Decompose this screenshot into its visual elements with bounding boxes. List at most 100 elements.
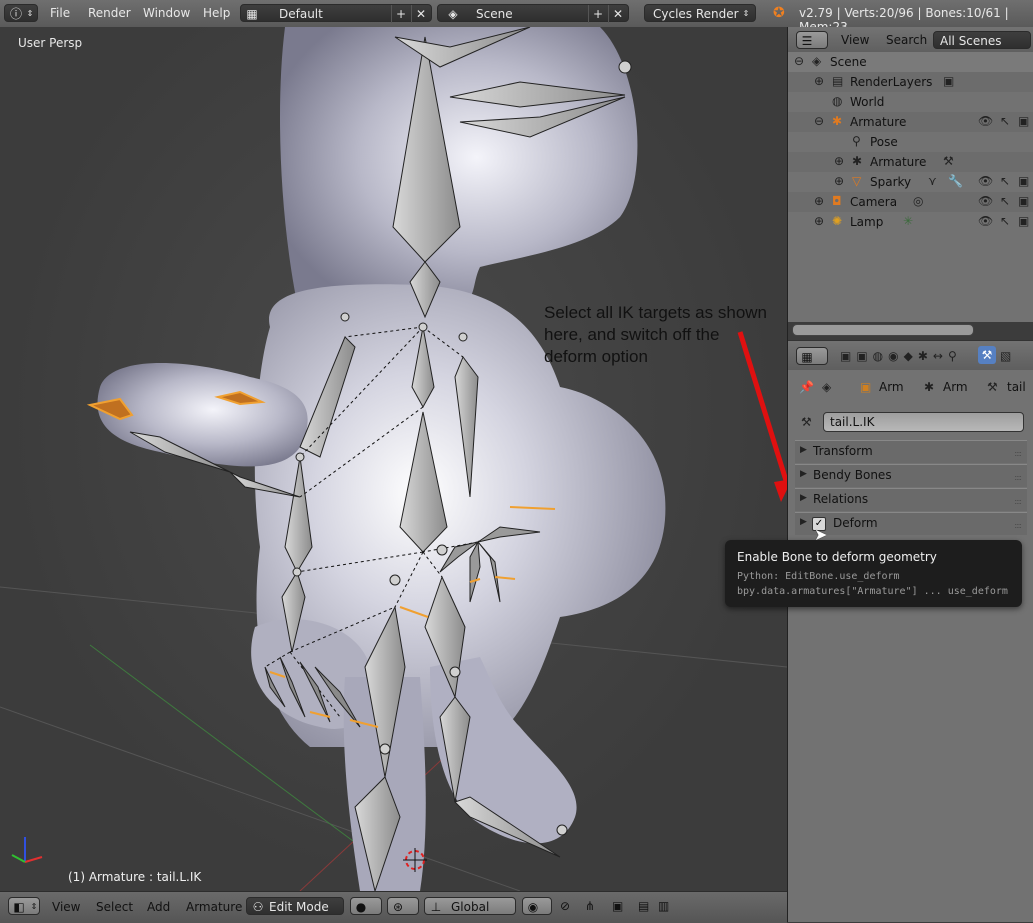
outliner-scrollbar[interactable] — [792, 324, 974, 336]
outliner-item-label: Pose — [870, 135, 898, 149]
top-header: ⓘ ⇕ File Render Window Help ▦ Default + … — [0, 0, 1033, 34]
panel-deform[interactable]: ▶ ✓ Deform :::: — [795, 512, 1027, 535]
cursor-icon[interactable]: ↖ — [1000, 214, 1010, 228]
expand-triangle-icon: ▶ — [800, 517, 807, 527]
scene-icon: ◈ — [448, 7, 458, 21]
context-tabs[interactable]: ▣▣◍◉◆✱↔⚲ — [840, 349, 962, 363]
menu-help[interactable]: Help — [203, 6, 230, 20]
outliner-display-filter[interactable]: All Scenes — [933, 31, 1031, 49]
layer-icon: ◉ — [527, 900, 539, 914]
eye-icon[interactable]: 👁 — [978, 194, 993, 208]
outliner-row[interactable]: ⊕ ▤ RenderLayers ▣ — [788, 72, 1033, 92]
camera-render-icon[interactable]: ▣ — [1018, 114, 1029, 128]
cursor-icon[interactable]: ↖ — [1000, 174, 1010, 188]
menu-add[interactable]: Add — [147, 900, 170, 914]
snap-target-icon[interactable]: ▣ — [612, 899, 623, 913]
editor-type-button[interactable]: ▦ — [796, 347, 828, 365]
tooltip-python-path: Python: EditBone.use_deform — [737, 571, 900, 582]
outliner-row[interactable]: ⊕ ✱ Armature ⚒ — [788, 152, 1033, 172]
outliner-item-label: Camera — [850, 195, 898, 209]
menu-armature[interactable]: Armature — [186, 900, 242, 914]
pivot-icon: ⊛ — [392, 900, 404, 914]
panel-transform[interactable]: ▶ Transform :::: — [795, 440, 1027, 463]
panel-title: Relations — [813, 492, 869, 506]
shading-dropdown[interactable]: ● — [350, 897, 382, 915]
bone-icon: ⚒ — [943, 154, 954, 168]
camera-render-icon[interactable]: ▣ — [1018, 174, 1029, 188]
panel-relations[interactable]: ▶ Relations :::: — [795, 488, 1027, 511]
menu-render[interactable]: Render — [88, 6, 131, 20]
pivot-dropdown[interactable]: ⊛ — [387, 897, 419, 915]
drag-handle-icon[interactable]: :::: — [1014, 521, 1022, 530]
orientation-dropdown[interactable]: ⊥ Global — [424, 897, 516, 915]
outliner-row[interactable]: ⚲ Pose — [788, 132, 1033, 152]
camera-data-icon: ◎ — [913, 194, 924, 208]
camera-render-icon[interactable]: ▣ — [1018, 214, 1029, 228]
eye-icon[interactable]: 👁 — [978, 174, 993, 188]
editor-type-button[interactable]: ⓘ ⇕ — [4, 4, 38, 22]
add-scene-icon[interactable]: + — [588, 5, 607, 23]
render-preview-icon[interactable]: ▤ — [638, 899, 649, 913]
scene-selector[interactable]: ◈ Scene + ✕ — [437, 4, 629, 23]
collapse-icon[interactable]: ⊖ — [814, 114, 824, 128]
bone-tab-icon[interactable]: ⚒ — [978, 346, 996, 364]
drag-handle-icon[interactable]: :::: — [1014, 473, 1022, 482]
camera-render-icon[interactable]: ▣ — [1018, 194, 1029, 208]
expand-icon[interactable]: ⊕ — [834, 174, 844, 188]
expand-icon[interactable]: ⊕ — [814, 194, 824, 208]
cursor-icon[interactable]: ↖ — [1000, 194, 1010, 208]
eye-icon[interactable]: 👁 — [978, 214, 993, 228]
panel-bendy-bones[interactable]: ▶ Bendy Bones :::: — [795, 464, 1027, 487]
menu-view[interactable]: View — [52, 900, 80, 914]
wrench-icon: 🔧 — [948, 174, 963, 188]
cursor-icon[interactable]: ↖ — [1000, 114, 1010, 128]
snap-icon[interactable]: ⊘ — [560, 899, 570, 913]
armature-data-icon: ✱ — [924, 380, 935, 394]
tooltip-title: Enable Bone to deform geometry — [737, 550, 937, 564]
layout-selector[interactable]: ▦ Default + ✕ — [240, 4, 432, 23]
tutorial-annotation: Select all IK targets as shown here, and… — [544, 303, 768, 366]
outliner-item-label: Sparky — [870, 175, 912, 189]
transform-icon: ⊥ — [430, 900, 442, 914]
add-layout-icon[interactable]: + — [391, 5, 410, 23]
bone-icon: ⚒ — [801, 415, 812, 429]
outliner-row[interactable]: ⊕ ▽ Sparky ⋎ 🔧 👁 ↖ ▣ — [788, 172, 1033, 192]
bone-name-field[interactable]: tail.L.IK — [823, 412, 1024, 432]
mode-dropdown[interactable]: ⚇ Edit Mode — [246, 897, 344, 915]
menu-file[interactable]: File — [50, 6, 70, 20]
outliner-item-label: World — [850, 95, 885, 109]
drag-handle-icon[interactable]: :::: — [1014, 449, 1022, 458]
menu-select[interactable]: Select — [96, 900, 133, 914]
outliner-row[interactable]: ◍ World — [788, 92, 1033, 112]
close-layout-icon[interactable]: ✕ — [411, 5, 430, 23]
outliner-menu-search[interactable]: Search — [886, 33, 927, 47]
editor-type-button[interactable]: ◧ ⇕ — [8, 897, 40, 915]
layer-dropdown[interactable]: ◉ — [522, 897, 552, 915]
panel-title: Deform — [833, 516, 878, 530]
eye-icon[interactable]: 👁 — [978, 114, 993, 128]
solid-shading-icon: ● — [355, 900, 367, 914]
menu-window[interactable]: Window — [143, 6, 190, 20]
close-scene-icon[interactable]: ✕ — [608, 5, 627, 23]
outliner-row[interactable]: ⊖ ◈ Scene — [788, 52, 1033, 72]
render-engine-label: Cycles Render — [653, 7, 739, 21]
drag-handle-icon[interactable]: :::: — [1014, 497, 1022, 506]
magnet-icon[interactable]: ⋔ — [585, 899, 595, 913]
outliner-menu-view[interactable]: View — [841, 33, 869, 47]
outliner-row[interactable]: ⊕ ✺ Lamp ✳ 👁 ↖ ▣ — [788, 212, 1033, 232]
render-engine-dropdown[interactable]: Cycles Render ⇕ — [644, 4, 756, 22]
viewport-scene[interactable] — [0, 27, 787, 891]
collapse-icon[interactable]: ⊖ — [794, 54, 804, 68]
outliner-row[interactable]: ⊖ ✱ Armature 👁 ↖ ▣ — [788, 112, 1033, 132]
expand-icon[interactable]: ⊕ — [814, 214, 824, 228]
outliner-row[interactable]: ⊕ ◘ Camera ◎ 👁 ↖ ▣ — [788, 192, 1033, 212]
filter-label: All Scenes — [940, 34, 1002, 48]
panel-title: Transform — [813, 444, 873, 458]
pin-icon[interactable]: 📌 — [799, 380, 814, 394]
expand-icon[interactable]: ⊕ — [814, 74, 824, 88]
expand-icon[interactable]: ⊕ — [834, 154, 844, 168]
bone-constraint-tab-icon[interactable]: ▧ — [1000, 349, 1011, 363]
3d-viewport[interactable]: User Persp (1) Armature : tail.L.IK Sele… — [0, 27, 787, 891]
editor-type-button[interactable]: ☰ — [796, 31, 828, 49]
clapper-icon[interactable]: ▥ — [658, 899, 669, 913]
